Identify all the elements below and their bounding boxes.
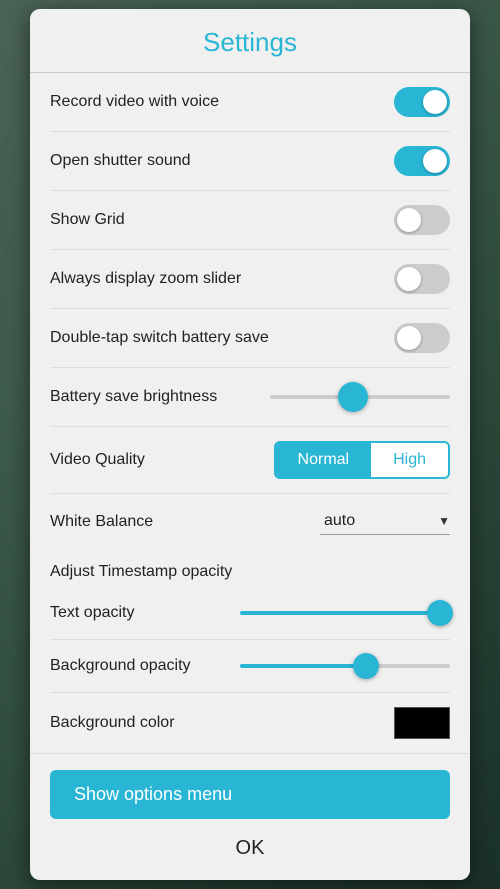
battery-save-toggle-knob xyxy=(397,326,421,350)
text-opacity-label: Text opacity xyxy=(50,604,134,622)
zoom-slider-row: Always display zoom slider xyxy=(50,250,450,309)
white-balance-value: auto xyxy=(320,508,379,534)
bg-color-label: Background color xyxy=(50,714,175,732)
show-options-menu-button[interactable]: Show options menu xyxy=(50,770,450,819)
ok-button[interactable]: OK xyxy=(236,837,265,860)
show-grid-toggle-knob xyxy=(397,208,421,232)
show-grid-row: Show Grid xyxy=(50,191,450,250)
timestamp-section-label: Adjust Timestamp opacity xyxy=(50,549,450,587)
brightness-label: Battery save brightness xyxy=(50,388,217,406)
ok-btn-container: OK xyxy=(30,827,470,860)
record-video-row: Record video with voice xyxy=(50,73,450,132)
dialog-title: Settings xyxy=(30,9,470,73)
quality-high-button[interactable]: High xyxy=(371,443,448,477)
battery-save-toggle[interactable] xyxy=(394,323,450,353)
bg-opacity-track xyxy=(240,664,450,668)
white-balance-label: White Balance xyxy=(50,513,153,531)
record-video-label: Record video with voice xyxy=(50,93,219,111)
video-quality-label: Video Quality xyxy=(50,451,145,469)
brightness-slider-track xyxy=(270,395,450,399)
zoom-slider-toggle[interactable] xyxy=(394,264,450,294)
brightness-row: Battery save brightness xyxy=(50,368,450,427)
bg-opacity-row: Background opacity xyxy=(50,640,450,693)
white-balance-dropdown[interactable]: auto ▼ xyxy=(320,508,450,535)
zoom-slider-toggle-knob xyxy=(397,267,421,291)
options-btn-container: Show options menu xyxy=(30,754,470,827)
text-opacity-slider[interactable] xyxy=(240,601,450,625)
shutter-sound-toggle-knob xyxy=(423,149,447,173)
shutter-sound-label: Open shutter sound xyxy=(50,152,191,170)
settings-dialog: Settings Record video with voice Open sh… xyxy=(30,9,470,880)
settings-list: Record video with voice Open shutter sou… xyxy=(30,73,470,549)
zoom-slider-label: Always display zoom slider xyxy=(50,270,241,288)
battery-save-label: Double-tap switch battery save xyxy=(50,329,269,347)
dropdown-arrow-icon: ▼ xyxy=(438,514,450,528)
show-grid-toggle[interactable] xyxy=(394,205,450,235)
white-balance-row: White Balance auto ▼ xyxy=(50,494,450,549)
text-opacity-row: Text opacity xyxy=(50,587,450,640)
bg-color-swatch[interactable] xyxy=(394,707,450,739)
video-quality-row: Video Quality Normal High xyxy=(50,427,450,494)
video-quality-buttons: Normal High xyxy=(274,441,450,479)
record-video-toggle-knob xyxy=(423,90,447,114)
shutter-sound-row: Open shutter sound xyxy=(50,132,450,191)
bg-opacity-slider[interactable] xyxy=(240,654,450,678)
text-opacity-knob xyxy=(427,600,453,626)
brightness-slider-knob xyxy=(338,382,368,412)
brightness-slider[interactable] xyxy=(270,382,450,412)
timestamp-section: Adjust Timestamp opacity Text opacity Ba… xyxy=(30,549,470,754)
text-opacity-track xyxy=(240,611,450,615)
record-video-toggle[interactable] xyxy=(394,87,450,117)
quality-normal-button[interactable]: Normal xyxy=(276,443,372,477)
battery-save-row: Double-tap switch battery save xyxy=(50,309,450,368)
bg-color-row: Background color xyxy=(50,693,450,753)
bg-opacity-label: Background opacity xyxy=(50,657,191,675)
shutter-sound-toggle[interactable] xyxy=(394,146,450,176)
show-grid-label: Show Grid xyxy=(50,211,125,229)
bg-opacity-knob xyxy=(353,653,379,679)
